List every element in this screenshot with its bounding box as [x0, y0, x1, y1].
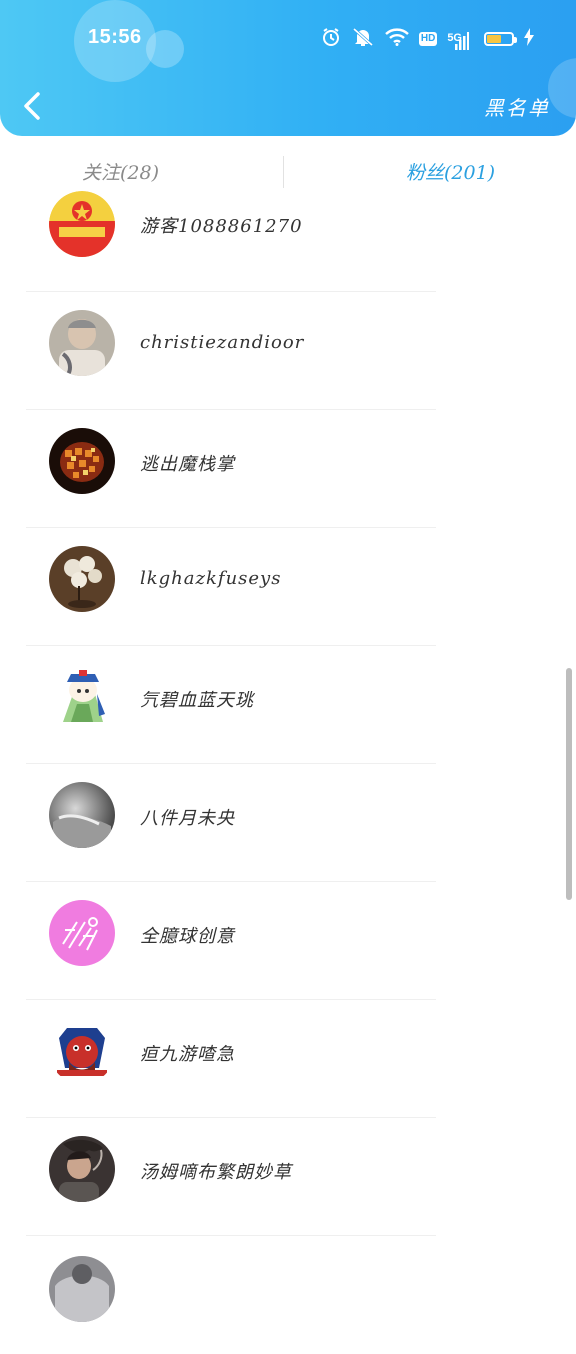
mute-icon [351, 27, 375, 51]
app-header: 15:56 HD 5G 黑名单 [0, 0, 576, 136]
avatar [49, 546, 115, 612]
list-item[interactable]: 疸九游喳急 [0, 1000, 576, 1118]
alarm-icon [321, 27, 341, 51]
status-time: 15:56 [88, 26, 142, 48]
avatar [49, 1136, 115, 1202]
username: 游客1088861270 [140, 216, 303, 237]
decor-bubble [548, 58, 576, 118]
battery-icon [484, 32, 517, 46]
username: 全臆球创意 [140, 926, 235, 947]
charging-icon [524, 28, 534, 50]
list-item[interactable]: 汤姆嘀布繁朗妙草 [0, 1118, 576, 1236]
avatar [49, 1018, 115, 1084]
avatar [49, 428, 115, 494]
avatar [49, 782, 115, 848]
username: 八件月未央 [140, 808, 235, 829]
decor-bubble [146, 30, 184, 68]
avatar [49, 664, 115, 730]
list-item[interactable]: 游客1088861270 [0, 160, 576, 292]
list-item[interactable]: 氕碧血蓝天珧 [0, 646, 576, 764]
blacklist-button[interactable]: 黑名单 [484, 92, 550, 121]
chevron-left-icon [24, 92, 40, 120]
username: lkghazkfuseys [140, 568, 282, 589]
avatar [49, 310, 115, 376]
list-item[interactable] [0, 1236, 576, 1354]
list-item[interactable]: christiezandioor [0, 292, 576, 410]
signal-icon: 5G [447, 30, 470, 50]
wifi-icon [385, 28, 409, 50]
avatar [49, 1256, 115, 1322]
list-item[interactable]: 全臆球创意 [0, 882, 576, 1000]
username: 逃出魔栈掌 [140, 454, 235, 475]
avatar [49, 900, 115, 966]
list-item[interactable]: lkghazkfuseys [0, 528, 576, 646]
username: christiezandioor [140, 332, 305, 353]
back-button[interactable] [18, 90, 48, 122]
avatar [49, 191, 115, 257]
list-item[interactable]: 八件月未央 [0, 764, 576, 882]
username: 氕碧血蓝天珧 [140, 690, 254, 711]
hd-icon: HD [418, 32, 438, 46]
username: 疸九游喳急 [140, 1044, 235, 1065]
username: 汤姆嘀布繁朗妙草 [140, 1162, 292, 1183]
status-icons: HD 5G [321, 27, 534, 51]
list-item[interactable]: 逃出魔栈掌 [0, 410, 576, 528]
scrollbar[interactable] [566, 668, 572, 900]
